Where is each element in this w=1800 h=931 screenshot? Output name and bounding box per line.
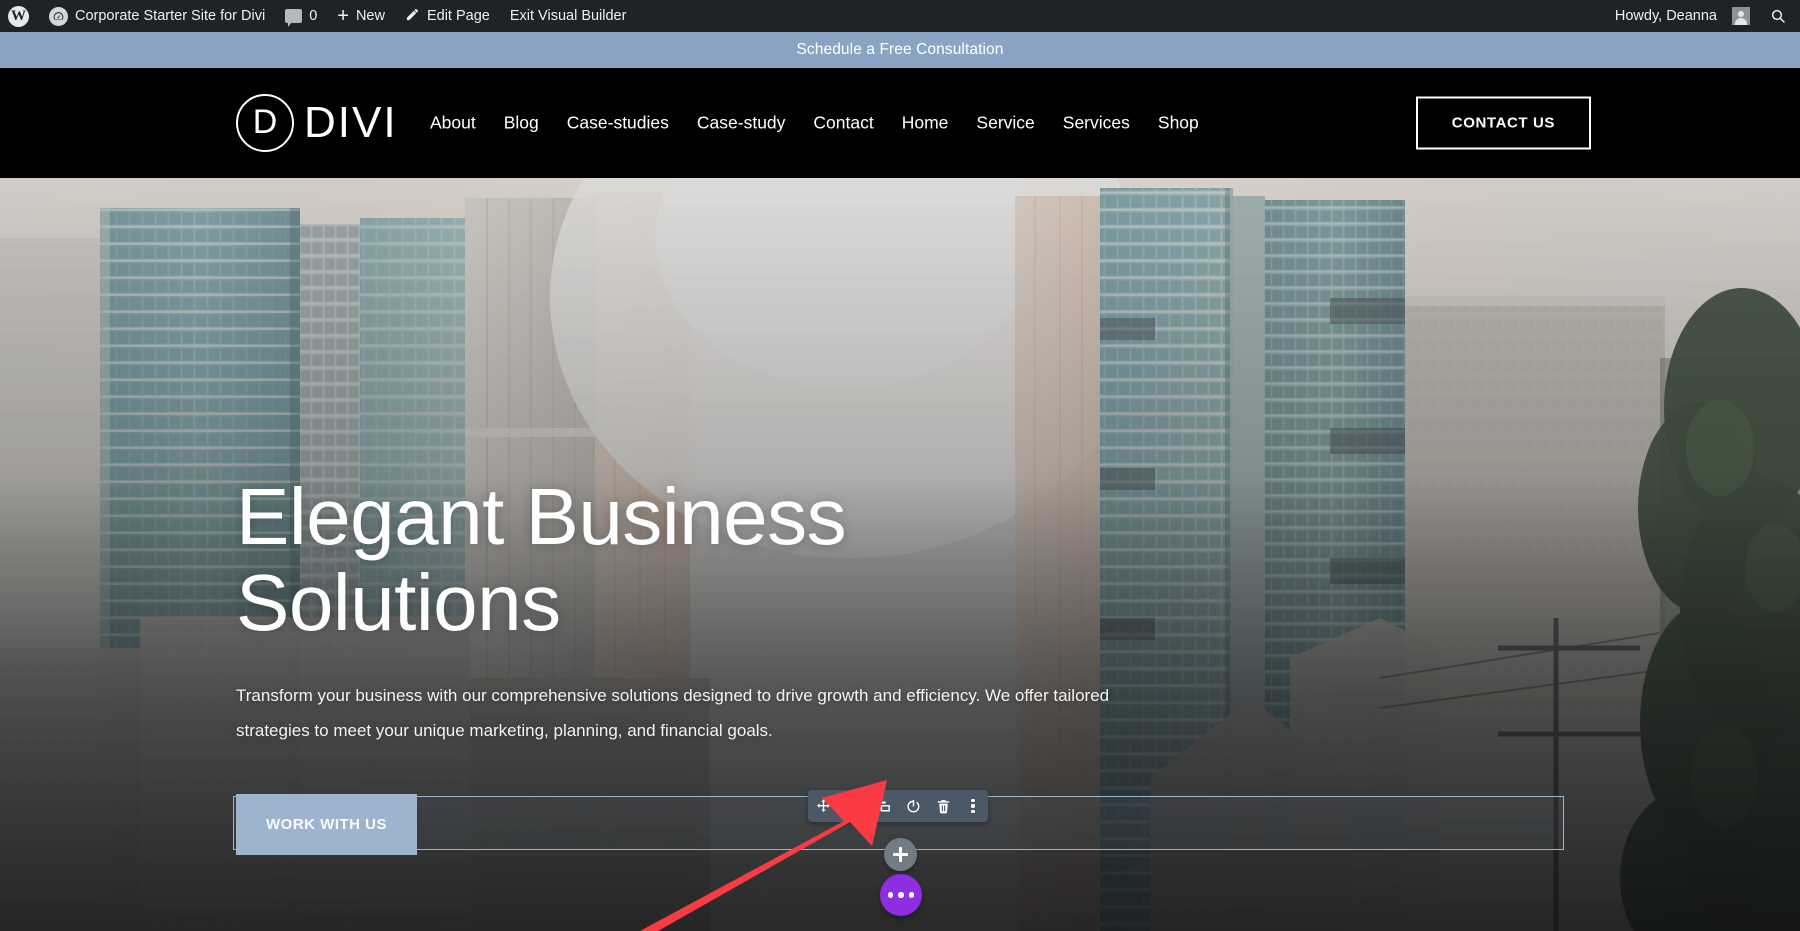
my-account-menu[interactable]: Howdy, Deanna [1605, 0, 1760, 32]
gear-icon[interactable] [838, 790, 868, 822]
add-module-button[interactable] [884, 838, 917, 871]
duplicate-icon[interactable] [868, 790, 898, 822]
page-title: Elegant Business Solutions [236, 474, 1236, 647]
power-icon[interactable] [898, 790, 928, 822]
edit-page-menu[interactable]: Edit Page [395, 0, 500, 32]
promo-bar[interactable]: Schedule a Free Consultation [0, 32, 1800, 68]
comments-count: 0 [309, 8, 317, 24]
nav-item-shop[interactable]: Shop [1158, 113, 1199, 134]
howdy-label: Howdy, Deanna [1615, 8, 1717, 24]
nav-item-contact[interactable]: Contact [813, 113, 873, 134]
avatar [1732, 7, 1750, 25]
nav-item-blog[interactable]: Blog [504, 113, 539, 134]
new-content-menu[interactable]: + New [327, 0, 395, 32]
wp-logo-menu[interactable]: W [0, 0, 39, 32]
wordpress-logo-icon: W [8, 6, 29, 27]
edit-page-label: Edit Page [427, 8, 490, 24]
divi-logo[interactable]: D DIVI [236, 94, 398, 152]
site-name-menu[interactable]: Corporate Starter Site for Divi [39, 0, 275, 32]
exit-visual-builder-button[interactable]: Exit Visual Builder [500, 0, 637, 32]
main-navigation[interactable]: About Blog Case-studies Case-study Conta… [430, 113, 1199, 134]
pencil-icon [405, 7, 420, 26]
nav-item-case-study[interactable]: Case-study [697, 113, 786, 134]
search-button[interactable] [1760, 8, 1800, 24]
site-header: D DIVI About Blog Case-studies Case-stud… [0, 68, 1800, 178]
nav-item-home[interactable]: Home [902, 113, 949, 134]
new-label: New [356, 8, 385, 24]
search-icon [1770, 8, 1786, 24]
comment-bubble-icon [285, 9, 302, 23]
divi-logo-text: DIVI [304, 101, 398, 145]
hero-heading-line2: Solutions [236, 558, 561, 647]
hero-heading-line1: Elegant Business [236, 472, 846, 561]
divi-logo-circle-icon: D [236, 94, 294, 152]
plus-icon: + [337, 6, 349, 26]
trash-icon[interactable] [928, 790, 958, 822]
speedometer-icon [49, 7, 68, 26]
nav-item-services[interactable]: Services [1063, 113, 1130, 134]
comments-menu[interactable]: 0 [275, 0, 327, 32]
more-options-icon[interactable] [958, 790, 988, 822]
nav-item-case-studies[interactable]: Case-studies [567, 113, 669, 134]
hero-content: Elegant Business Solutions Transform you… [236, 474, 1236, 855]
work-with-us-button[interactable]: WORK WITH US [236, 794, 417, 855]
promo-bar-text[interactable]: Schedule a Free Consultation [796, 41, 1003, 59]
hero-paragraph: Transform your business with our compreh… [236, 679, 1166, 749]
divi-module-toolbar[interactable] [808, 790, 988, 822]
exit-visual-builder-label: Exit Visual Builder [510, 8, 627, 24]
wp-admin-bar: W Corporate Starter Site for Divi 0 + Ne… [0, 0, 1800, 32]
nav-item-about[interactable]: About [430, 113, 476, 134]
contact-us-button[interactable]: CONTACT US [1416, 97, 1591, 150]
site-name-label: Corporate Starter Site for Divi [75, 8, 265, 24]
nav-item-service[interactable]: Service [976, 113, 1034, 134]
move-icon[interactable] [808, 790, 838, 822]
divi-logo-letter: D [253, 105, 278, 139]
divi-more-options-button[interactable] [880, 874, 922, 916]
